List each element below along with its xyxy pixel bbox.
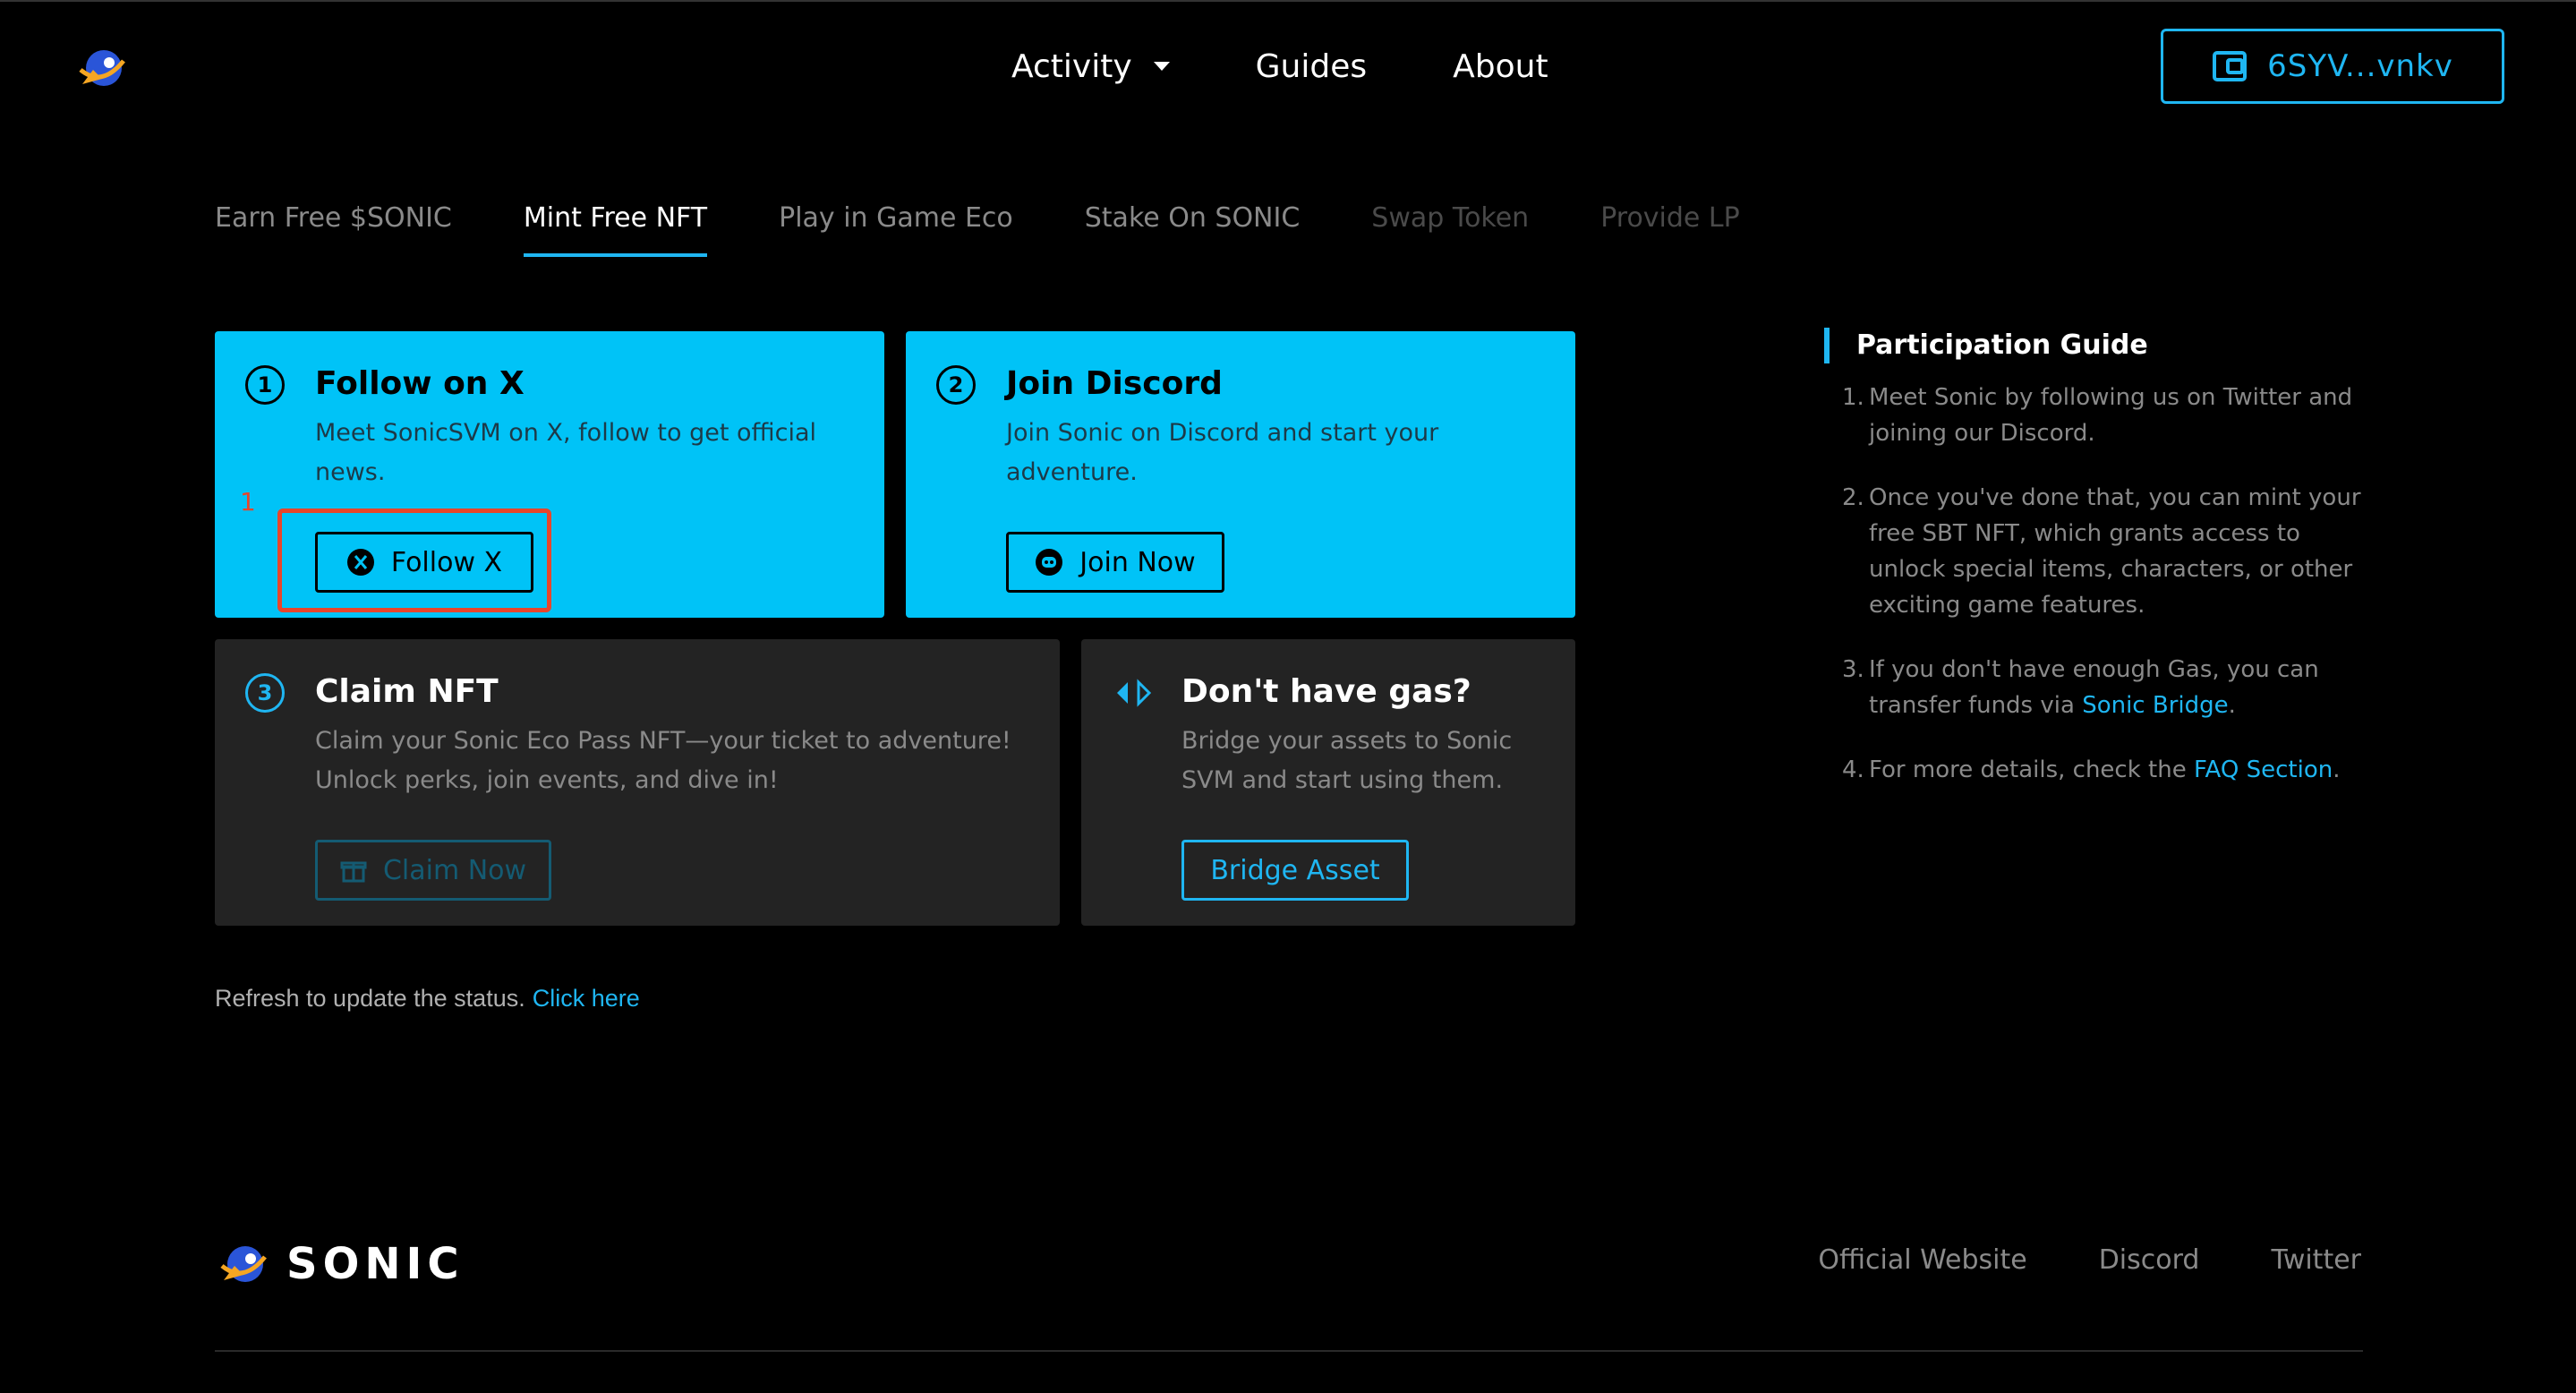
tab-provide-lp: Provide LP <box>1600 202 1740 234</box>
bridge-arrows-icon <box>1117 679 1151 707</box>
guide-item-text: Once you've done that, you can mint your… <box>1869 484 2361 619</box>
guide-item-index: 4. <box>1842 756 1864 783</box>
footer-links: Official Website Discord Twitter <box>1818 1244 2361 1276</box>
wallet-address: 6SYV...vnkv <box>2267 48 2453 84</box>
sonic-logo-icon <box>220 1246 267 1282</box>
task-tabs: Earn Free $SONIC Mint Free NFT Play in G… <box>215 202 1740 257</box>
guide-item-text-part: . <box>2228 692 2236 719</box>
guide-item-index: 2. <box>1842 484 1864 511</box>
step-number: 1 <box>245 365 285 405</box>
nav-about[interactable]: About <box>1453 48 1548 85</box>
card-description: Meet SonicSVM on X, follow to get offici… <box>315 414 816 492</box>
guide-list: 1. Meet Sonic by following us on Twitter… <box>1824 380 2361 788</box>
step-number: 3 <box>245 673 285 713</box>
guide-item-index: 3. <box>1842 656 1864 683</box>
card-description-line: news. <box>315 458 386 486</box>
annotation-highlight-box <box>277 508 551 612</box>
step-number: 2 <box>936 365 976 405</box>
refresh-status: Refresh to update the status. Click here <box>215 985 640 1013</box>
guide-item-text: For more details, check the FAQ Section. <box>1869 752 2340 788</box>
nav-activity-label: Activity <box>1011 47 1132 85</box>
guide-item-index: 1. <box>1842 384 1864 411</box>
join-discord-card: 2 Join Discord Join Sonic on Discord and… <box>906 331 1575 618</box>
footer-link-discord[interactable]: Discord <box>2099 1244 2200 1276</box>
bridge-gas-card: Don't have gas? Bridge your assets to So… <box>1081 639 1575 926</box>
guide-item-text: Meet Sonic by following us on Twitter an… <box>1869 384 2353 447</box>
top-border <box>0 0 2576 2</box>
card-description-line: Unlock perks, join events, and dive in! <box>315 766 779 794</box>
bridge-asset-button[interactable]: Bridge Asset <box>1181 840 1409 901</box>
card-description: Bridge your assets to Sonic SVM and star… <box>1181 722 1512 800</box>
guide-item: 4. For more details, check the FAQ Secti… <box>1842 752 2361 788</box>
faq-section-link[interactable]: FAQ Section <box>2194 756 2333 783</box>
tab-mint-free-nft[interactable]: Mint Free NFT <box>523 202 708 257</box>
guide-item-text-part: For more details, check the <box>1869 756 2194 783</box>
annotation-number: 1 <box>240 487 256 517</box>
guide-item: 1. Meet Sonic by following us on Twitter… <box>1842 380 2361 451</box>
card-description-line: SVM and start using them. <box>1181 766 1504 794</box>
chevron-down-icon <box>1153 62 1170 71</box>
wallet-icon <box>2213 51 2248 81</box>
card-title: Don't have gas? <box>1181 673 1471 710</box>
claim-now-label: Claim Now <box>382 854 527 886</box>
guide-item-text-part: . <box>2333 756 2341 783</box>
tab-swap-token: Swap Token <box>1371 202 1530 234</box>
card-description-line: adventure. <box>1006 458 1138 486</box>
footer-divider <box>215 1350 2363 1352</box>
guide-title: Participation Guide <box>1824 328 2361 363</box>
card-description: Join Sonic on Discord and start your adv… <box>1006 414 1438 492</box>
card-title: Follow on X <box>315 365 525 402</box>
main-nav: Activity Guides About <box>1011 43 1548 90</box>
sonic-bridge-link[interactable]: Sonic Bridge <box>2082 692 2228 719</box>
sonic-logo-icon[interactable] <box>77 43 127 93</box>
wallet-button[interactable]: 6SYV...vnkv <box>2161 29 2504 104</box>
join-discord-label: Join Now <box>1079 546 1196 578</box>
nav-guides-label: Guides <box>1255 47 1368 85</box>
gift-icon <box>340 861 367 883</box>
join-discord-button[interactable]: Join Now <box>1006 532 1224 593</box>
guide-item: 3. If you don't have enough Gas, you can… <box>1842 652 2361 723</box>
guide-item: 2. Once you've done that, you can mint y… <box>1842 480 2361 623</box>
guide-item-text: If you don't have enough Gas, you can tr… <box>1869 652 2361 723</box>
card-description-line: Bridge your assets to Sonic <box>1181 727 1513 755</box>
card-description: Claim your Sonic Eco Pass NFT—your ticke… <box>315 722 1011 800</box>
footer-brand[interactable]: SONIC <box>218 1239 465 1289</box>
refresh-click-here-link[interactable]: Click here <box>533 985 640 1012</box>
discord-logo-icon <box>1036 549 1063 576</box>
card-description-line: Join Sonic on Discord and start your <box>1006 419 1439 447</box>
footer-link-official-website[interactable]: Official Website <box>1818 1244 2026 1276</box>
refresh-text: Refresh to update the status. <box>215 985 525 1012</box>
nav-activity[interactable]: Activity <box>1011 48 1170 85</box>
tab-earn-free-sonic[interactable]: Earn Free $SONIC <box>215 202 452 257</box>
card-title: Claim NFT <box>315 673 499 710</box>
card-title: Join Discord <box>1006 365 1223 402</box>
card-description-line: Claim your Sonic Eco Pass NFT—your ticke… <box>315 727 1011 755</box>
tab-play-in-game-eco[interactable]: Play in Game Eco <box>779 202 1013 257</box>
card-description-line: Meet SonicSVM on X, follow to get offici… <box>315 419 816 447</box>
footer-brand-name: SONIC <box>286 1239 465 1289</box>
nav-about-label: About <box>1453 47 1548 85</box>
participation-guide: Participation Guide 1. Meet Sonic by fol… <box>1824 328 2361 816</box>
claim-now-button: Claim Now <box>315 840 551 901</box>
claim-nft-card: 3 Claim NFT Claim your Sonic Eco Pass NF… <box>215 639 1060 926</box>
nav-guides[interactable]: Guides <box>1256 48 1367 85</box>
footer-link-twitter[interactable]: Twitter <box>2271 1244 2361 1276</box>
tab-stake-on-sonic[interactable]: Stake On SONIC <box>1085 202 1301 257</box>
